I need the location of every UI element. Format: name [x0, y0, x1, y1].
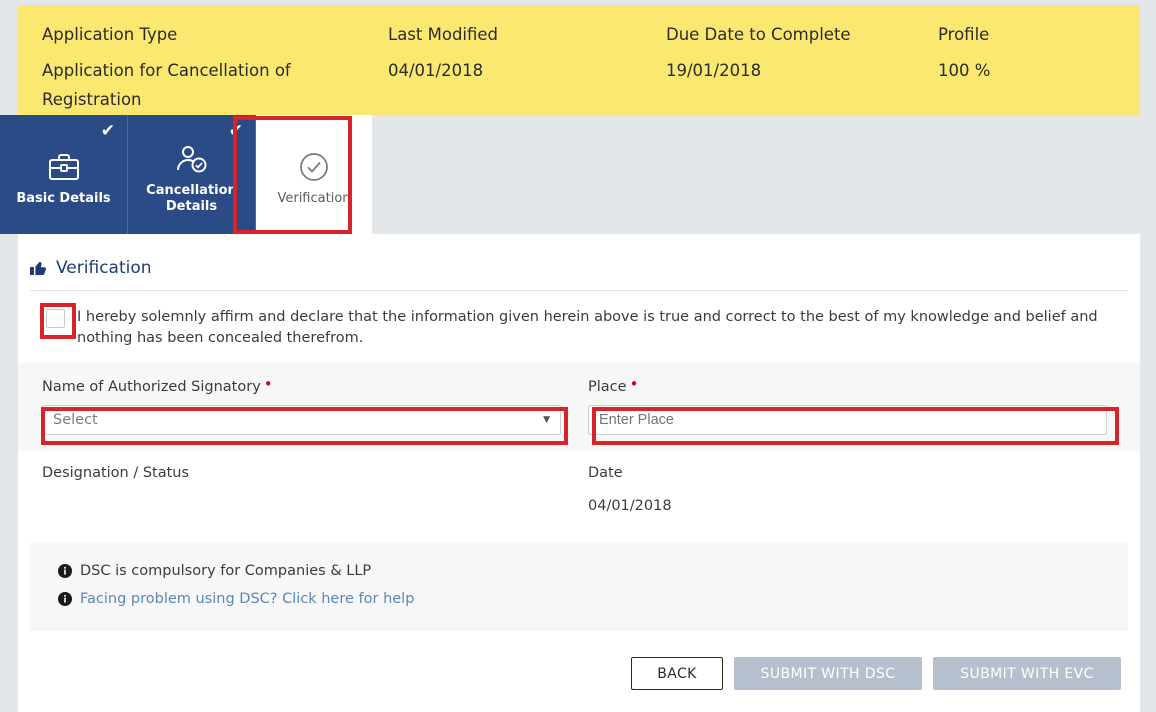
user-check-icon	[175, 139, 209, 179]
thumbs-up-icon	[30, 260, 48, 276]
date-label: Date	[588, 465, 623, 481]
place-label-text: Place	[588, 379, 627, 395]
declaration-text: I hereby solemnly affirm and declare tha…	[77, 309, 1098, 346]
verification-card: Verification I hereby solemnly affirm an…	[18, 234, 1140, 712]
back-button[interactable]: BACK	[631, 657, 723, 690]
designation-value	[42, 491, 578, 521]
place-field-group: Place •	[578, 375, 1138, 435]
form-actions: BACK SUBMIT WITH DSC SUBMIT WITH EVC	[18, 631, 1140, 690]
summary-field-application-type: Application Type Application for Cancell…	[18, 21, 388, 114]
signatory-select[interactable]: Select ▼	[42, 405, 561, 435]
application-summary-header: Application Type Application for Cancell…	[18, 5, 1140, 115]
signatory-label-text: Name of Authorized Signatory	[42, 379, 261, 395]
tab-complete-check-icon: ✔	[228, 121, 243, 141]
section-title-text: Verification	[56, 258, 152, 278]
signatory-selected-value: Select	[53, 412, 98, 428]
summary-label: Application Type	[42, 25, 178, 44]
dsc-help-link-row[interactable]: Facing problem using DSC? Click here for…	[30, 585, 1128, 613]
designation-field-group: Designation / Status	[18, 465, 578, 521]
required-marker: •	[263, 375, 273, 393]
info-icon	[58, 592, 72, 606]
summary-value: 19/01/2018	[666, 61, 762, 80]
signatory-place-row: Name of Authorized Signatory • Select ▼ P…	[18, 363, 1140, 451]
circle-check-icon	[297, 147, 331, 187]
summary-label: Profile	[938, 25, 990, 44]
wizard-tab-strip: ✔ Basic Details ✔ Cancellation Details V…	[0, 115, 1156, 234]
place-input[interactable]	[588, 405, 1107, 435]
date-value: 04/01/2018	[588, 498, 672, 514]
dsc-note-text: DSC is compulsory for Companies & LLP	[80, 563, 372, 579]
designation-date-row: Designation / Status Date 04/01/2018	[18, 451, 1140, 537]
summary-value: 04/01/2018	[388, 61, 484, 80]
summary-value: Application for Cancellation of Registra…	[42, 61, 291, 109]
summary-field-due-date: Due Date to Complete 19/01/2018	[666, 21, 938, 114]
chevron-down-icon: ▼	[543, 414, 550, 425]
summary-value: 100 %	[938, 61, 991, 80]
tab-cancellation-details[interactable]: ✔ Cancellation Details	[128, 115, 256, 234]
signatory-field-group: Name of Authorized Signatory • Select ▼	[18, 375, 578, 435]
signatory-label: Name of Authorized Signatory •	[42, 375, 578, 395]
dsc-note: DSC is compulsory for Companies & LLP	[30, 557, 1128, 585]
tab-basic-details[interactable]: ✔ Basic Details	[0, 115, 128, 234]
summary-label: Due Date to Complete	[666, 25, 851, 44]
tab-label: Verification	[277, 190, 351, 206]
place-label: Place •	[588, 375, 1138, 395]
declaration-row: I hereby solemnly affirm and declare tha…	[18, 291, 1140, 363]
tab-label: Cancellation Details	[146, 182, 237, 214]
declaration-checkbox[interactable]	[46, 309, 65, 328]
summary-field-last-modified: Last Modified 04/01/2018	[388, 21, 666, 114]
summary-label: Last Modified	[388, 25, 499, 44]
designation-label: Designation / Status	[42, 465, 190, 481]
required-marker: •	[629, 375, 639, 393]
submit-with-dsc-button[interactable]: SUBMIT WITH DSC	[734, 657, 922, 690]
info-icon	[58, 564, 72, 578]
summary-field-profile: Profile 100 %	[938, 21, 1138, 114]
tab-complete-check-icon: ✔	[100, 121, 115, 141]
tab-verification[interactable]: Verification	[256, 115, 372, 234]
date-field-group: Date 04/01/2018	[578, 465, 1138, 521]
section-title-verification: Verification	[18, 234, 1140, 278]
submit-with-evc-button[interactable]: SUBMIT WITH EVC	[933, 657, 1121, 690]
dsc-info-panel: DSC is compulsory for Companies & LLP Fa…	[30, 543, 1128, 631]
tab-label: Basic Details	[16, 190, 111, 206]
briefcase-icon	[48, 147, 80, 187]
dsc-help-link[interactable]: Facing problem using DSC? Click here for…	[80, 591, 414, 607]
